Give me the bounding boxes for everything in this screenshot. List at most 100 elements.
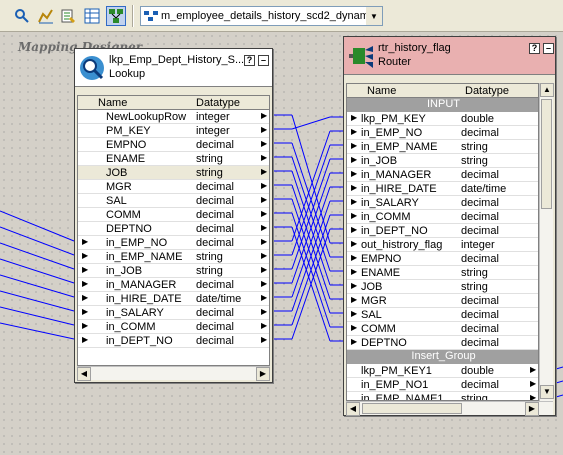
chevron-down-icon[interactable]: ▼ bbox=[366, 7, 382, 25]
minimize-icon[interactable]: – bbox=[543, 43, 554, 54]
input-port-arrow-icon[interactable]: ▶ bbox=[351, 127, 357, 136]
output-port-arrow-icon[interactable]: ▶ bbox=[261, 321, 267, 330]
input-port-arrow-icon[interactable]: ▶ bbox=[82, 251, 88, 260]
router-port-row[interactable]: ▶ in_DEPT_NO decimal bbox=[347, 224, 538, 238]
router-port-row[interactable]: ▶ SAL decimal bbox=[347, 308, 538, 322]
input-group-header[interactable]: INPUT bbox=[347, 98, 538, 112]
input-port-arrow-icon[interactable]: ▶ bbox=[351, 183, 357, 192]
output-port-arrow-icon[interactable]: ▶ bbox=[261, 195, 267, 204]
lookup-transformation[interactable]: lkp_Emp_Dept_History_S... Lookup ? – Nam… bbox=[74, 48, 273, 383]
output-port-arrow-icon[interactable]: ▶ bbox=[261, 223, 267, 232]
lookup-port-row[interactable]: SAL decimal ▶ bbox=[78, 194, 269, 208]
lookup-port-row[interactable]: EMPNO decimal ▶ bbox=[78, 138, 269, 152]
lookup-port-row[interactable]: ▶ in_HIRE_DATE date/time ▶ bbox=[78, 292, 269, 306]
output-port-arrow-icon[interactable]: ▶ bbox=[261, 293, 267, 302]
router-port-row[interactable]: ▶ in_EMP_NAME string bbox=[347, 140, 538, 154]
input-port-arrow-icon[interactable]: ▶ bbox=[82, 279, 88, 288]
input-port-arrow-icon[interactable]: ▶ bbox=[351, 239, 357, 248]
scroll-down-icon[interactable]: ▼ bbox=[540, 385, 554, 399]
lookup-port-row[interactable]: ▶ in_COMM decimal ▶ bbox=[78, 320, 269, 334]
router-header[interactable]: rtr_history_flag Router ? – bbox=[344, 37, 555, 75]
lookup-port-row[interactable]: ▶ in_EMP_NAME string ▶ bbox=[78, 250, 269, 264]
output-port-arrow-icon[interactable]: ▶ bbox=[261, 307, 267, 316]
input-port-arrow-icon[interactable]: ▶ bbox=[351, 337, 357, 346]
input-port-arrow-icon[interactable]: ▶ bbox=[82, 237, 88, 246]
input-port-arrow-icon[interactable]: ▶ bbox=[351, 155, 357, 164]
output-port-arrow-icon[interactable]: ▶ bbox=[261, 251, 267, 260]
router-port-row[interactable]: ▶ in_SALARY decimal bbox=[347, 196, 538, 210]
output-port-arrow-icon[interactable]: ▶ bbox=[261, 265, 267, 274]
router-port-row[interactable]: ▶ in_COMM decimal bbox=[347, 210, 538, 224]
output-port-arrow-icon[interactable]: ▶ bbox=[261, 153, 267, 162]
mapping-select[interactable]: m_employee_details_history_scd2_dynamic … bbox=[140, 6, 383, 26]
lookup-port-row[interactable]: MGR decimal ▶ bbox=[78, 180, 269, 194]
input-port-arrow-icon[interactable]: ▶ bbox=[82, 321, 88, 330]
lookup-port-row[interactable]: ▶ in_EMP_NO decimal ▶ bbox=[78, 236, 269, 250]
input-port-arrow-icon[interactable]: ▶ bbox=[351, 253, 357, 262]
lookup-port-row[interactable]: DEPTNO decimal ▶ bbox=[78, 222, 269, 236]
help-icon[interactable]: ? bbox=[244, 55, 255, 66]
output-port-arrow-icon[interactable]: ▶ bbox=[261, 209, 267, 218]
output-port-arrow-icon[interactable]: ▶ bbox=[530, 379, 536, 388]
router-port-row[interactable]: ▶ DEPTNO decimal bbox=[347, 336, 538, 350]
input-port-arrow-icon[interactable]: ▶ bbox=[82, 293, 88, 302]
router-vscroll-thumb[interactable] bbox=[541, 99, 552, 209]
output-port-arrow-icon[interactable]: ▶ bbox=[261, 279, 267, 288]
router-transformation[interactable]: rtr_history_flag Router ? – Name Datatyp… bbox=[343, 36, 556, 416]
router-port-row[interactable]: ▶ in_MANAGER decimal bbox=[347, 168, 538, 182]
input-port-arrow-icon[interactable]: ▶ bbox=[351, 197, 357, 206]
lookup-port-row[interactable]: ▶ in_JOB string ▶ bbox=[78, 264, 269, 278]
input-port-arrow-icon[interactable]: ▶ bbox=[82, 335, 88, 344]
router-port-row[interactable]: ▶ EMPNO decimal bbox=[347, 252, 538, 266]
router-output-port-row[interactable]: lkp_PM_KEY1 double ▶ bbox=[347, 364, 538, 378]
input-port-arrow-icon[interactable]: ▶ bbox=[351, 309, 357, 318]
scroll-up-icon[interactable]: ▲ bbox=[540, 83, 554, 97]
arrange-icon[interactable] bbox=[106, 6, 126, 26]
lookup-port-row[interactable]: ▶ in_MANAGER decimal ▶ bbox=[78, 278, 269, 292]
output-port-arrow-icon[interactable]: ▶ bbox=[530, 365, 536, 374]
input-port-arrow-icon[interactable]: ▶ bbox=[351, 211, 357, 220]
lookup-hscroll[interactable]: ◀ ▶ bbox=[77, 366, 270, 381]
output-port-arrow-icon[interactable]: ▶ bbox=[261, 335, 267, 344]
input-port-arrow-icon[interactable]: ▶ bbox=[82, 265, 88, 274]
router-hscroll[interactable]: ◀ ▶ bbox=[346, 401, 553, 416]
input-port-arrow-icon[interactable]: ▶ bbox=[351, 267, 357, 276]
scroll-right-icon[interactable]: ▶ bbox=[525, 402, 539, 416]
grid-icon[interactable] bbox=[82, 6, 102, 26]
output-port-arrow-icon[interactable]: ▶ bbox=[261, 125, 267, 134]
input-port-arrow-icon[interactable]: ▶ bbox=[351, 225, 357, 234]
router-output-port-row[interactable]: in_EMP_NAME1 string ▶ bbox=[347, 392, 538, 400]
lookup-port-row[interactable]: COMM decimal ▶ bbox=[78, 208, 269, 222]
lookup-port-row[interactable]: ▶ in_SALARY decimal ▶ bbox=[78, 306, 269, 320]
properties-icon[interactable] bbox=[58, 6, 78, 26]
router-port-row[interactable]: ▶ ENAME string bbox=[347, 266, 538, 280]
help-icon[interactable]: ? bbox=[529, 43, 540, 54]
router-port-row[interactable]: ▶ JOB string bbox=[347, 280, 538, 294]
input-port-arrow-icon[interactable]: ▶ bbox=[351, 113, 357, 122]
mapping-canvas[interactable]: Mapping Designer lkp_Emp_Dept_History_S.… bbox=[0, 32, 563, 455]
router-port-row[interactable]: ▶ in_JOB string bbox=[347, 154, 538, 168]
input-port-arrow-icon[interactable]: ▶ bbox=[351, 169, 357, 178]
router-port-row[interactable]: ▶ lkp_PM_KEY double bbox=[347, 112, 538, 126]
router-port-row[interactable]: ▶ in_EMP_NO decimal bbox=[347, 126, 538, 140]
insert-group-header[interactable]: Insert_Group bbox=[347, 350, 538, 364]
router-port-row[interactable]: ▶ out_histrory_flag integer bbox=[347, 238, 538, 252]
router-hscroll-thumb[interactable] bbox=[362, 403, 462, 414]
scroll-right-icon[interactable]: ▶ bbox=[256, 367, 270, 381]
lookup-port-row[interactable]: ▶ in_DEPT_NO decimal ▶ bbox=[78, 334, 269, 348]
output-port-arrow-icon[interactable]: ▶ bbox=[261, 139, 267, 148]
output-port-arrow-icon[interactable]: ▶ bbox=[261, 237, 267, 246]
scroll-left-icon[interactable]: ◀ bbox=[346, 402, 360, 416]
lookup-port-row[interactable]: JOB string ▶ bbox=[78, 166, 269, 180]
find-icon[interactable] bbox=[12, 6, 32, 26]
output-port-arrow-icon[interactable]: ▶ bbox=[261, 111, 267, 120]
lookup-port-row[interactable]: PM_KEY integer ▶ bbox=[78, 124, 269, 138]
output-port-arrow-icon[interactable]: ▶ bbox=[261, 181, 267, 190]
minimize-icon[interactable]: – bbox=[258, 55, 269, 66]
router-port-row[interactable]: ▶ MGR decimal bbox=[347, 294, 538, 308]
lookup-port-row[interactable]: ENAME string ▶ bbox=[78, 152, 269, 166]
output-port-arrow-icon[interactable]: ▶ bbox=[530, 393, 536, 400]
input-port-arrow-icon[interactable]: ▶ bbox=[351, 323, 357, 332]
input-port-arrow-icon[interactable]: ▶ bbox=[351, 281, 357, 290]
input-port-arrow-icon[interactable]: ▶ bbox=[82, 307, 88, 316]
